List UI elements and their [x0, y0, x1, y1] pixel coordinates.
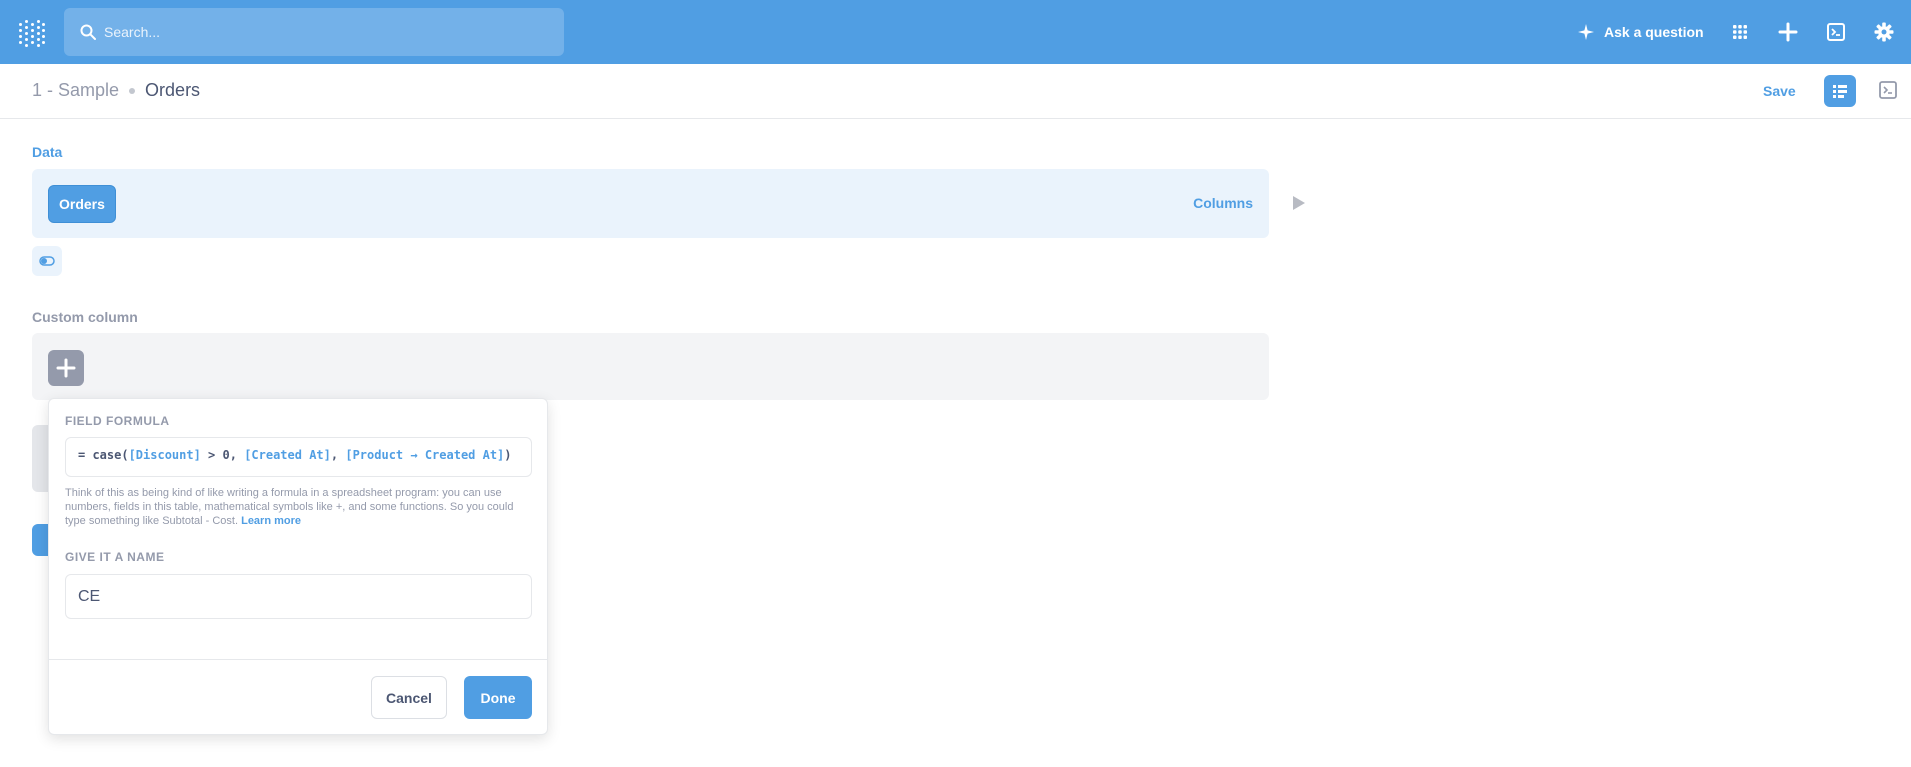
ask-question-button[interactable]: Ask a question: [1578, 22, 1704, 42]
search-placeholder: Search...: [104, 24, 161, 40]
ask-question-label: Ask a question: [1604, 24, 1704, 40]
data-step-label: Data: [32, 144, 63, 160]
sql-editor-icon[interactable]: [1878, 80, 1898, 100]
search-icon: [80, 24, 96, 40]
toggle-icon: [39, 256, 55, 266]
breadcrumb-table[interactable]: Orders: [145, 80, 200, 101]
learn-more-link[interactable]: Learn more: [241, 515, 301, 527]
data-step: Orders Columns: [32, 169, 1269, 238]
step-actions-toggle[interactable]: [32, 246, 62, 276]
popover-divider: [49, 659, 547, 660]
breadcrumb-database[interactable]: 1 - Sample: [32, 80, 119, 101]
columns-picker-button[interactable]: Columns: [1193, 195, 1253, 211]
plus-icon[interactable]: [1778, 22, 1798, 42]
cancel-button[interactable]: Cancel: [371, 676, 447, 719]
formula-help-text: Think of this as being kind of like writ…: [65, 486, 535, 528]
breadcrumb-separator: [129, 87, 136, 94]
done-button[interactable]: Done: [464, 676, 532, 719]
custom-column-step-label: Custom column: [32, 309, 138, 325]
gear-icon[interactable]: [1874, 22, 1894, 42]
notebook-icon: [1833, 85, 1847, 98]
formula-field-product-created-at: [Product → Created At]: [345, 448, 505, 462]
top-nav-bar: Search... Ask a question: [0, 0, 1911, 64]
grid-icon[interactable]: [1730, 22, 1750, 42]
plus-icon: [56, 358, 76, 378]
custom-expression-popover: FIELD FORMULA = case([Discount] > 0, [Cr…: [48, 398, 548, 735]
formula-middle: > 0,: [200, 448, 245, 462]
terminal-icon[interactable]: [1826, 22, 1846, 42]
save-button[interactable]: Save: [1763, 83, 1796, 99]
question-header: 1 - Sample Orders Save: [0, 64, 1911, 119]
data-source-pill[interactable]: Orders: [48, 185, 116, 223]
custom-column-step: [32, 333, 1269, 400]
sparkle-icon: [1578, 24, 1594, 40]
name-field-label: GIVE IT A NAME: [65, 550, 165, 564]
preview-play-icon[interactable]: [1293, 196, 1305, 210]
notebook-toggle-button[interactable]: [1824, 75, 1856, 107]
formula-suffix: ): [504, 448, 512, 462]
formula-prefix: = case(: [78, 448, 129, 462]
formula-editor[interactable]: = case([Discount] > 0, [Created At], [Pr…: [65, 437, 532, 477]
formula-field-created-at: [Created At]: [244, 448, 331, 462]
formula-field-discount: [Discount]: [128, 448, 201, 462]
search-input[interactable]: Search...: [64, 8, 564, 56]
column-name-input[interactable]: CE: [65, 574, 532, 619]
breadcrumb: 1 - Sample Orders: [32, 80, 200, 101]
metabase-logo-icon[interactable]: [19, 20, 45, 47]
add-custom-column-button[interactable]: [48, 350, 84, 386]
formula-separator: ,: [330, 448, 346, 462]
field-formula-label: FIELD FORMULA: [65, 414, 170, 428]
